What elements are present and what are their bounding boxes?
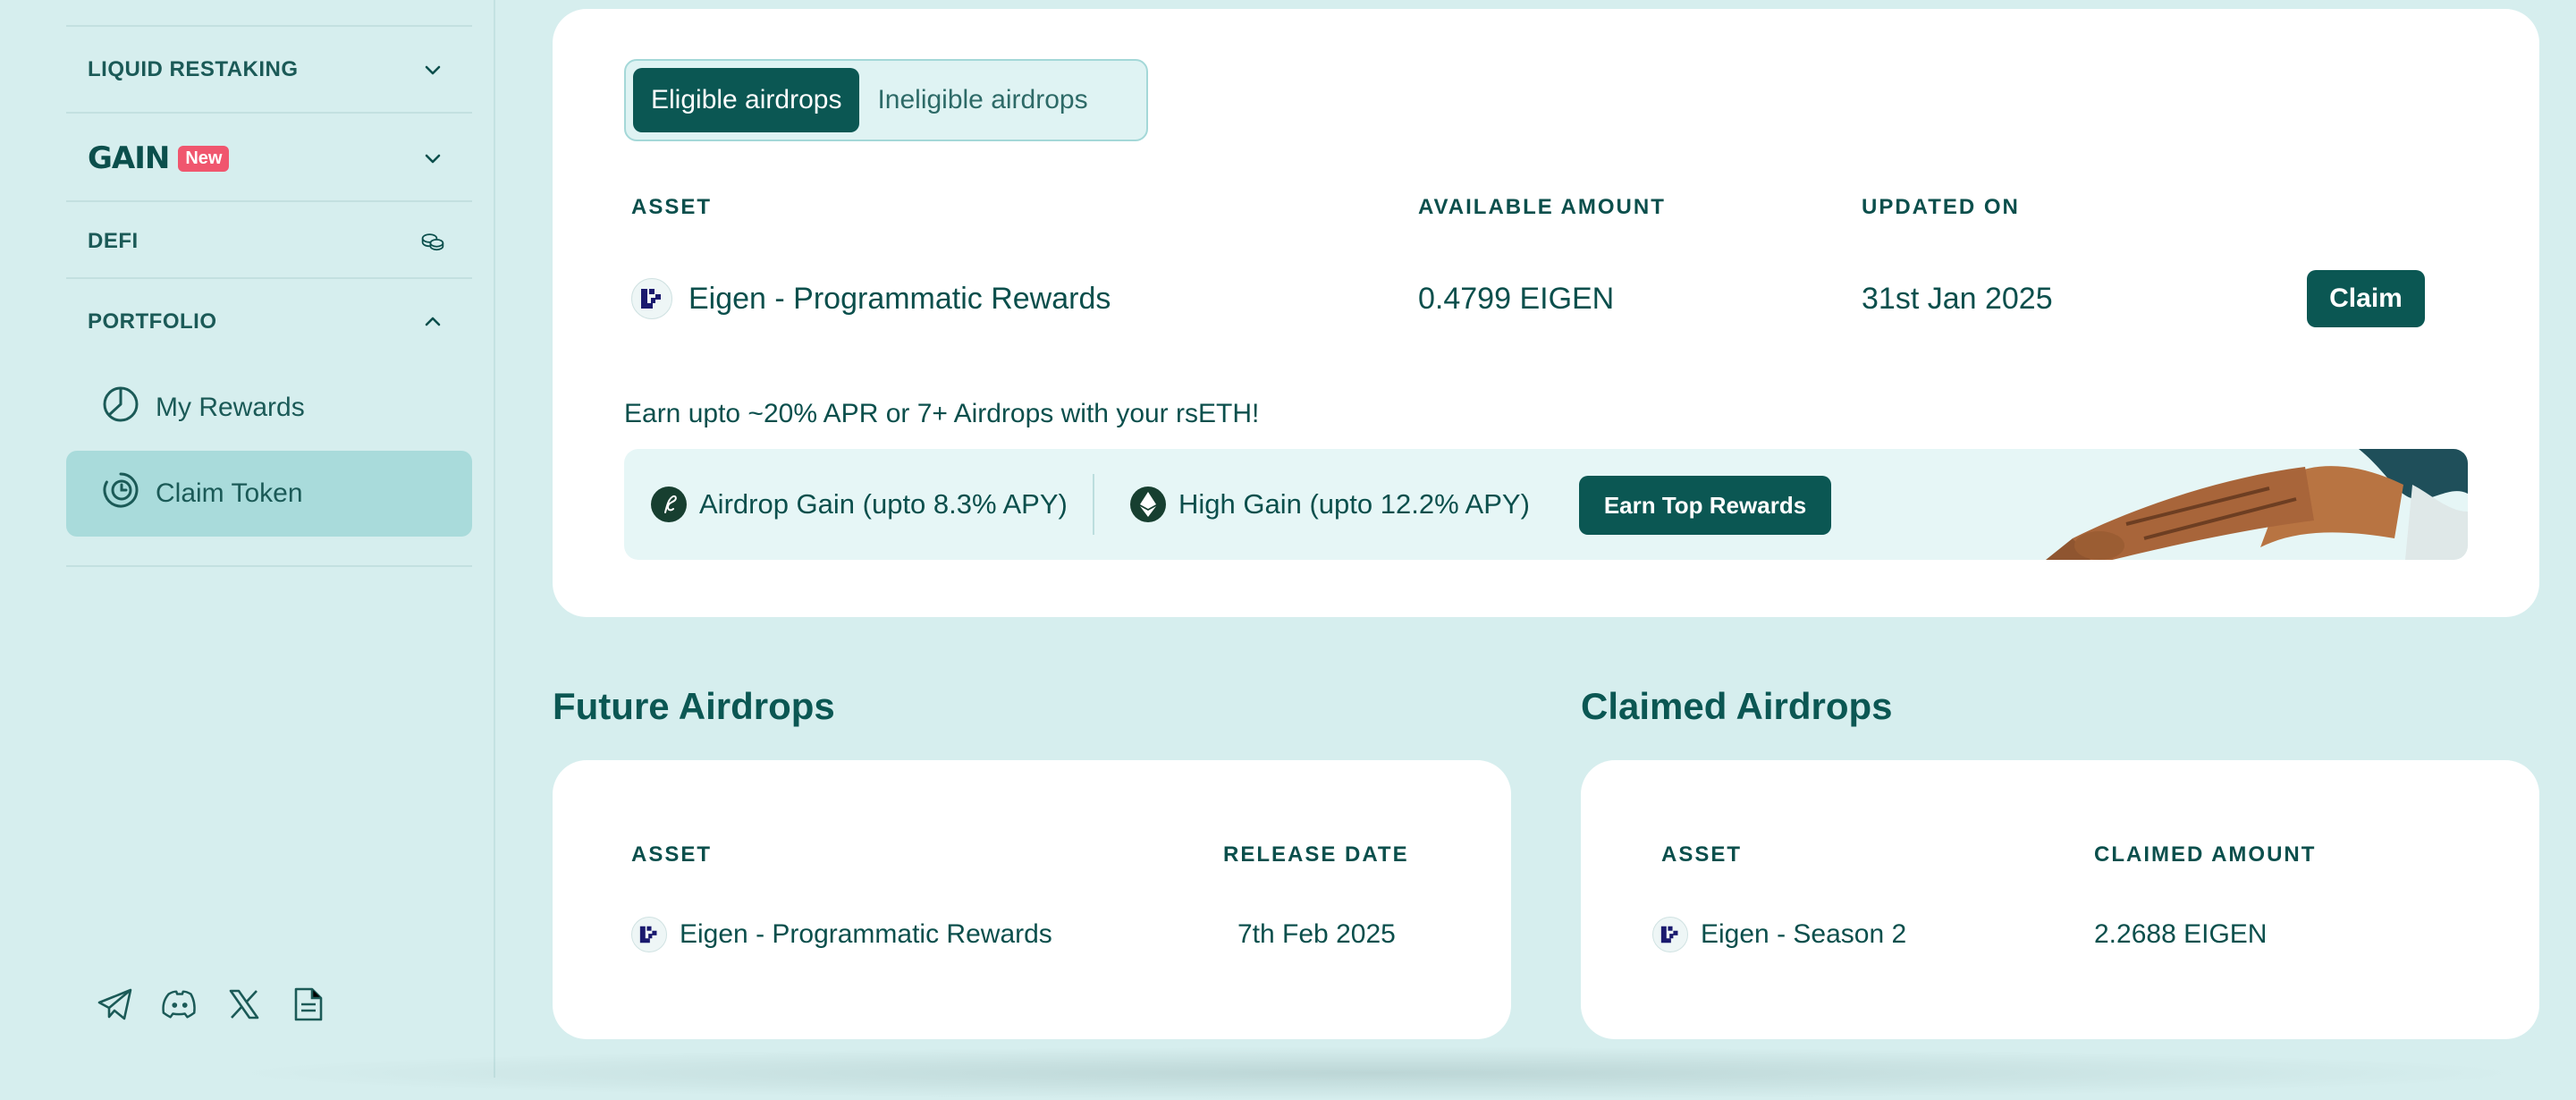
- asset-name: Eigen - Season 2: [1701, 919, 1907, 949]
- sidebar-section-label: LIQUID RESTAKING: [88, 57, 299, 81]
- x-icon[interactable]: [225, 986, 263, 1023]
- sidebar-section-label: DEFI: [88, 229, 139, 253]
- column-header-release-date: RELEASE DATE: [1223, 842, 1409, 867]
- sidebar-item-label: My Rewards: [156, 393, 305, 422]
- eigen-token-icon: [631, 278, 672, 319]
- tab-eligible-airdrops[interactable]: Eligible airdrops: [633, 68, 860, 132]
- chevron-up-icon: [420, 309, 445, 334]
- column-header-asset: ASSET: [631, 842, 713, 867]
- sidebar-divider: [66, 200, 472, 202]
- available-amount-value: 0.4799 EIGEN: [1418, 281, 1615, 316]
- claimed-amount-value: 2.2688 EIGEN: [2094, 919, 2268, 949]
- sidebar-section-portfolio[interactable]: PORTFOLIO: [88, 304, 445, 340]
- treasure-chest-illustration: [2019, 449, 2468, 560]
- release-date-value: 7th Feb 2025: [1237, 919, 1396, 949]
- column-header-asset: ASSET: [631, 195, 713, 219]
- column-header-claimed-amount: CLAIMED AMOUNT: [2094, 842, 2317, 867]
- claimed-airdrops-title: Claimed Airdrops: [1581, 685, 1893, 727]
- tab-ineligible-airdrops[interactable]: Ineligible airdrops: [859, 68, 1105, 132]
- sidebar-divider: [66, 565, 472, 567]
- updated-on-value: 31st Jan 2025: [1862, 281, 2053, 316]
- sidebar-divider: [66, 112, 472, 114]
- column-header-asset: ASSET: [1661, 842, 1743, 867]
- promo-airdrop-gain[interactable]: Airdrop Gain (upto 8.3% APY): [651, 449, 1068, 560]
- claimed-airdrops-card: [1581, 760, 2539, 1039]
- claim-button[interactable]: Claim: [2307, 270, 2425, 327]
- table-row-asset: Eigen - Programmatic Rewards: [631, 277, 1111, 320]
- column-header-updated-on: UPDATED ON: [1862, 195, 2020, 219]
- eigen-token-icon: [631, 917, 667, 952]
- docs-icon[interactable]: [290, 986, 327, 1023]
- asset-name: Eigen - Programmatic Rewards: [680, 919, 1052, 949]
- sidebar-divider: [66, 25, 472, 27]
- gain-logo: GAIN New: [88, 140, 230, 176]
- pie-chart-icon: [102, 385, 139, 430]
- eth-icon: [1130, 487, 1166, 522]
- future-airdrops-card: [553, 760, 1511, 1039]
- new-badge: New: [178, 145, 230, 172]
- social-links: [97, 986, 327, 1023]
- promo-item-label: Airdrop Gain (upto 8.3% APY): [699, 488, 1068, 520]
- chevron-down-icon: [420, 146, 445, 171]
- gain-wordmark: GAIN: [88, 140, 170, 176]
- telegram-icon[interactable]: [97, 986, 134, 1023]
- sidebar-divider: [66, 277, 472, 279]
- discord-icon[interactable]: [161, 986, 198, 1023]
- airdrop-gain-icon: [651, 487, 687, 522]
- column-header-available-amount: AVAILABLE AMOUNT: [1418, 195, 1666, 219]
- sidebar-section-gain[interactable]: GAIN New: [88, 138, 445, 179]
- promo-banner: Airdrop Gain (upto 8.3% APY) High Gain (…: [624, 449, 2468, 560]
- bottom-shadow: [215, 1046, 2539, 1100]
- clock-coin-icon: [102, 471, 139, 516]
- sidebar-section-defi[interactable]: DEFI: [88, 224, 445, 259]
- table-row-asset: Eigen - Programmatic Rewards: [631, 916, 1052, 953]
- promo-text: Earn upto ~20% APR or 7+ Airdrops with y…: [624, 399, 1260, 428]
- earn-top-rewards-button[interactable]: Earn Top Rewards: [1579, 476, 1831, 535]
- promo-high-gain[interactable]: High Gain (upto 12.2% APY): [1130, 449, 1530, 560]
- sidebar-item-claim-token[interactable]: Claim Token: [66, 451, 472, 537]
- chevron-down-icon: [420, 57, 445, 82]
- asset-name: Eigen - Programmatic Rewards: [688, 281, 1111, 316]
- coins-icon: [420, 229, 445, 254]
- future-airdrops-title: Future Airdrops: [553, 685, 835, 727]
- promo-divider: [1093, 474, 1094, 535]
- sidebar-section-liquid-restaking[interactable]: LIQUID RESTAKING: [88, 52, 445, 88]
- sidebar-section-label: PORTFOLIO: [88, 309, 217, 334]
- promo-item-label: High Gain (upto 12.2% APY): [1178, 488, 1530, 520]
- eigen-token-icon: [1652, 917, 1688, 952]
- sidebar-item-label: Claim Token: [156, 478, 303, 508]
- sidebar: LIQUID RESTAKING GAIN New DEFI PORTFOLIO…: [0, 0, 495, 1078]
- table-row-asset: Eigen - Season 2: [1652, 916, 1906, 953]
- sidebar-item-my-rewards[interactable]: My Rewards: [66, 365, 472, 451]
- airdrop-tab-toggle: Eligible airdrops Ineligible airdrops: [624, 59, 1148, 141]
